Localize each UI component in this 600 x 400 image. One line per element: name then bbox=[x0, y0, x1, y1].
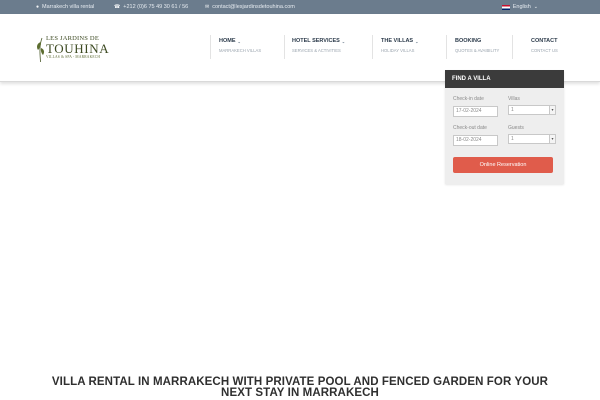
chevron-down-icon: ⌄ bbox=[415, 38, 419, 44]
nav-item-contact[interactable]: CONTACT CONTACT US bbox=[531, 38, 558, 60]
nav-divider bbox=[446, 35, 447, 59]
widget-title: FIND A VILLA bbox=[445, 70, 564, 88]
nav-item-hotel-services[interactable]: HOTEL SERVICES ⌄ SERVICES & ACTIVITIES bbox=[292, 38, 345, 60]
chevron-down-icon: ⌄ bbox=[533, 4, 538, 10]
nav-item-villas[interactable]: THE VILLAS ⌄ HOLIDAY VILLAS bbox=[381, 38, 418, 60]
map-marker-icon: ● bbox=[36, 4, 40, 10]
checkin-label: Check-in date bbox=[453, 96, 484, 102]
nav-divider bbox=[284, 35, 285, 59]
guests-label: Guests bbox=[508, 125, 524, 131]
site-logo[interactable]: LES JARDINS DE TOUHINA VILLAS & SPA - MA… bbox=[36, 35, 112, 64]
phone-text[interactable]: +212 (0)6 75 49 30 61 / 56 bbox=[123, 0, 188, 14]
nav-villas-label[interactable]: THE VILLAS bbox=[381, 38, 413, 44]
nav-divider bbox=[512, 35, 513, 59]
checkin-date-input[interactable]: 17-02-2024 bbox=[453, 106, 498, 117]
nav-hotel-services-label[interactable]: HOTEL SERVICES bbox=[292, 38, 340, 44]
top-bar: ● Marrakech villa rental ☎ +212 (0)6 75 … bbox=[0, 0, 600, 14]
nav-booking-label[interactable]: BOOKING bbox=[455, 38, 481, 44]
guests-select[interactable]: 1 ▾ bbox=[508, 134, 556, 144]
email-link[interactable]: contact@lesjardinsdetouhina.com bbox=[212, 0, 295, 14]
language-label[interactable]: English bbox=[513, 0, 531, 14]
chevron-down-icon: ⌄ bbox=[237, 38, 241, 44]
nav-divider bbox=[210, 35, 211, 59]
nav-divider bbox=[372, 35, 373, 59]
phone-icon: ☎ bbox=[114, 4, 121, 10]
nav-hotel-services-sub: SERVICES & ACTIVITIES bbox=[292, 48, 341, 53]
nav-booking-sub: QUOTES & AVAIBILITY bbox=[455, 48, 500, 53]
villas-label: Villas bbox=[508, 96, 520, 102]
phone-info[interactable]: ☎ +212 (0)6 75 49 30 61 / 56 bbox=[114, 0, 188, 14]
nav-home-sub: MARRAKECH VILLAS bbox=[219, 48, 262, 53]
villas-value: 1 bbox=[511, 107, 514, 113]
nav-contact-sub: CONTACT US bbox=[531, 48, 558, 53]
online-reservation-button[interactable]: Online Reservation bbox=[453, 157, 553, 173]
logo-line-3: VILLAS & SPA - MARRAKECH bbox=[46, 55, 101, 59]
nav-contact-label[interactable]: CONTACT bbox=[531, 38, 557, 44]
guests-value: 1 bbox=[511, 136, 514, 142]
envelope-icon: ✉ bbox=[205, 4, 210, 10]
select-arrow-icon: ▾ bbox=[549, 106, 555, 114]
nav-home-label[interactable]: HOME bbox=[219, 38, 236, 44]
location-text: Marrakech villa rental bbox=[42, 4, 95, 10]
nav-villas-sub: HOLIDAY VILLAS bbox=[381, 48, 415, 53]
headline-line-2: NEXT STAY IN MARRAKECH bbox=[221, 387, 379, 399]
nav-item-booking[interactable]: BOOKING QUOTES & AVAIBILITY bbox=[455, 38, 499, 60]
location-info: ● Marrakech villa rental bbox=[36, 0, 94, 14]
page-headline: VILLA RENTAL IN MARRAKECH WITH PRIVATE P… bbox=[0, 376, 600, 399]
select-arrow-icon: ▾ bbox=[549, 135, 555, 143]
uk-flag-icon bbox=[501, 4, 510, 10]
language-selector[interactable]: English ⌄ bbox=[501, 0, 538, 14]
checkout-label: Check-out date bbox=[453, 125, 487, 131]
find-villa-widget: FIND A VILLA Check-in date 17-02-2024 Vi… bbox=[445, 70, 564, 184]
leaf-logo-icon bbox=[37, 37, 45, 62]
nav-item-home[interactable]: HOME ⌄ MARRAKECH VILLAS bbox=[219, 38, 261, 60]
chevron-down-icon: ⌄ bbox=[341, 38, 346, 44]
villas-select[interactable]: 1 ▾ bbox=[508, 105, 556, 115]
checkout-date-input[interactable]: 18-02-2024 bbox=[453, 135, 498, 146]
email-info[interactable]: ✉ contact@lesjardinsdetouhina.com bbox=[205, 0, 295, 14]
